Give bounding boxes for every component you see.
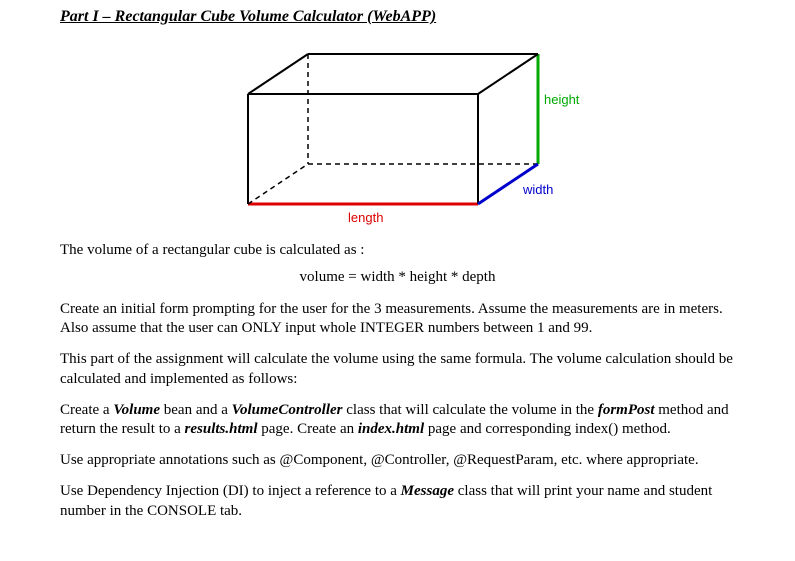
p3-results: results.html: [185, 421, 258, 437]
p3-t5: page. Create an: [258, 421, 358, 437]
paragraph-2: This part of the assignment will calcula…: [60, 350, 735, 388]
paragraph-4: Use appropriate annotations such as @Com…: [60, 451, 735, 470]
document-page: Part I – Rectangular Cube Volume Calcula…: [0, 0, 795, 549]
p5-message: Message: [401, 483, 454, 499]
p3-t3: class that will calculate the volume in …: [343, 402, 598, 418]
paragraph-3: Create a Volume bean and a VolumeControl…: [60, 401, 735, 439]
p3-controller: VolumeController: [232, 402, 343, 418]
intro-text: The volume of a rectangular cube is calc…: [60, 242, 735, 259]
cube-svg: height width length: [208, 34, 588, 234]
p3-volume: Volume: [113, 402, 160, 418]
formula-text: volume = width * height * depth: [60, 269, 735, 286]
page-title: Part I – Rectangular Cube Volume Calcula…: [60, 8, 735, 26]
paragraph-5: Use Dependency Injection (DI) to inject …: [60, 482, 735, 520]
label-width: width: [522, 182, 553, 197]
p3-t2: bean and a: [160, 402, 232, 418]
label-length: length: [348, 210, 383, 225]
cube-diagram: height width length: [60, 34, 735, 234]
p5-t1: Use Dependency Injection (DI) to inject …: [60, 483, 401, 499]
paragraph-1: Create an initial form prompting for the…: [60, 300, 735, 338]
p3-t6: page and corresponding index() method.: [424, 421, 671, 437]
label-height: height: [544, 92, 580, 107]
p3-t1: Create a: [60, 402, 113, 418]
p3-formpost: formPost: [598, 402, 655, 418]
p3-index: index.html: [358, 421, 424, 437]
